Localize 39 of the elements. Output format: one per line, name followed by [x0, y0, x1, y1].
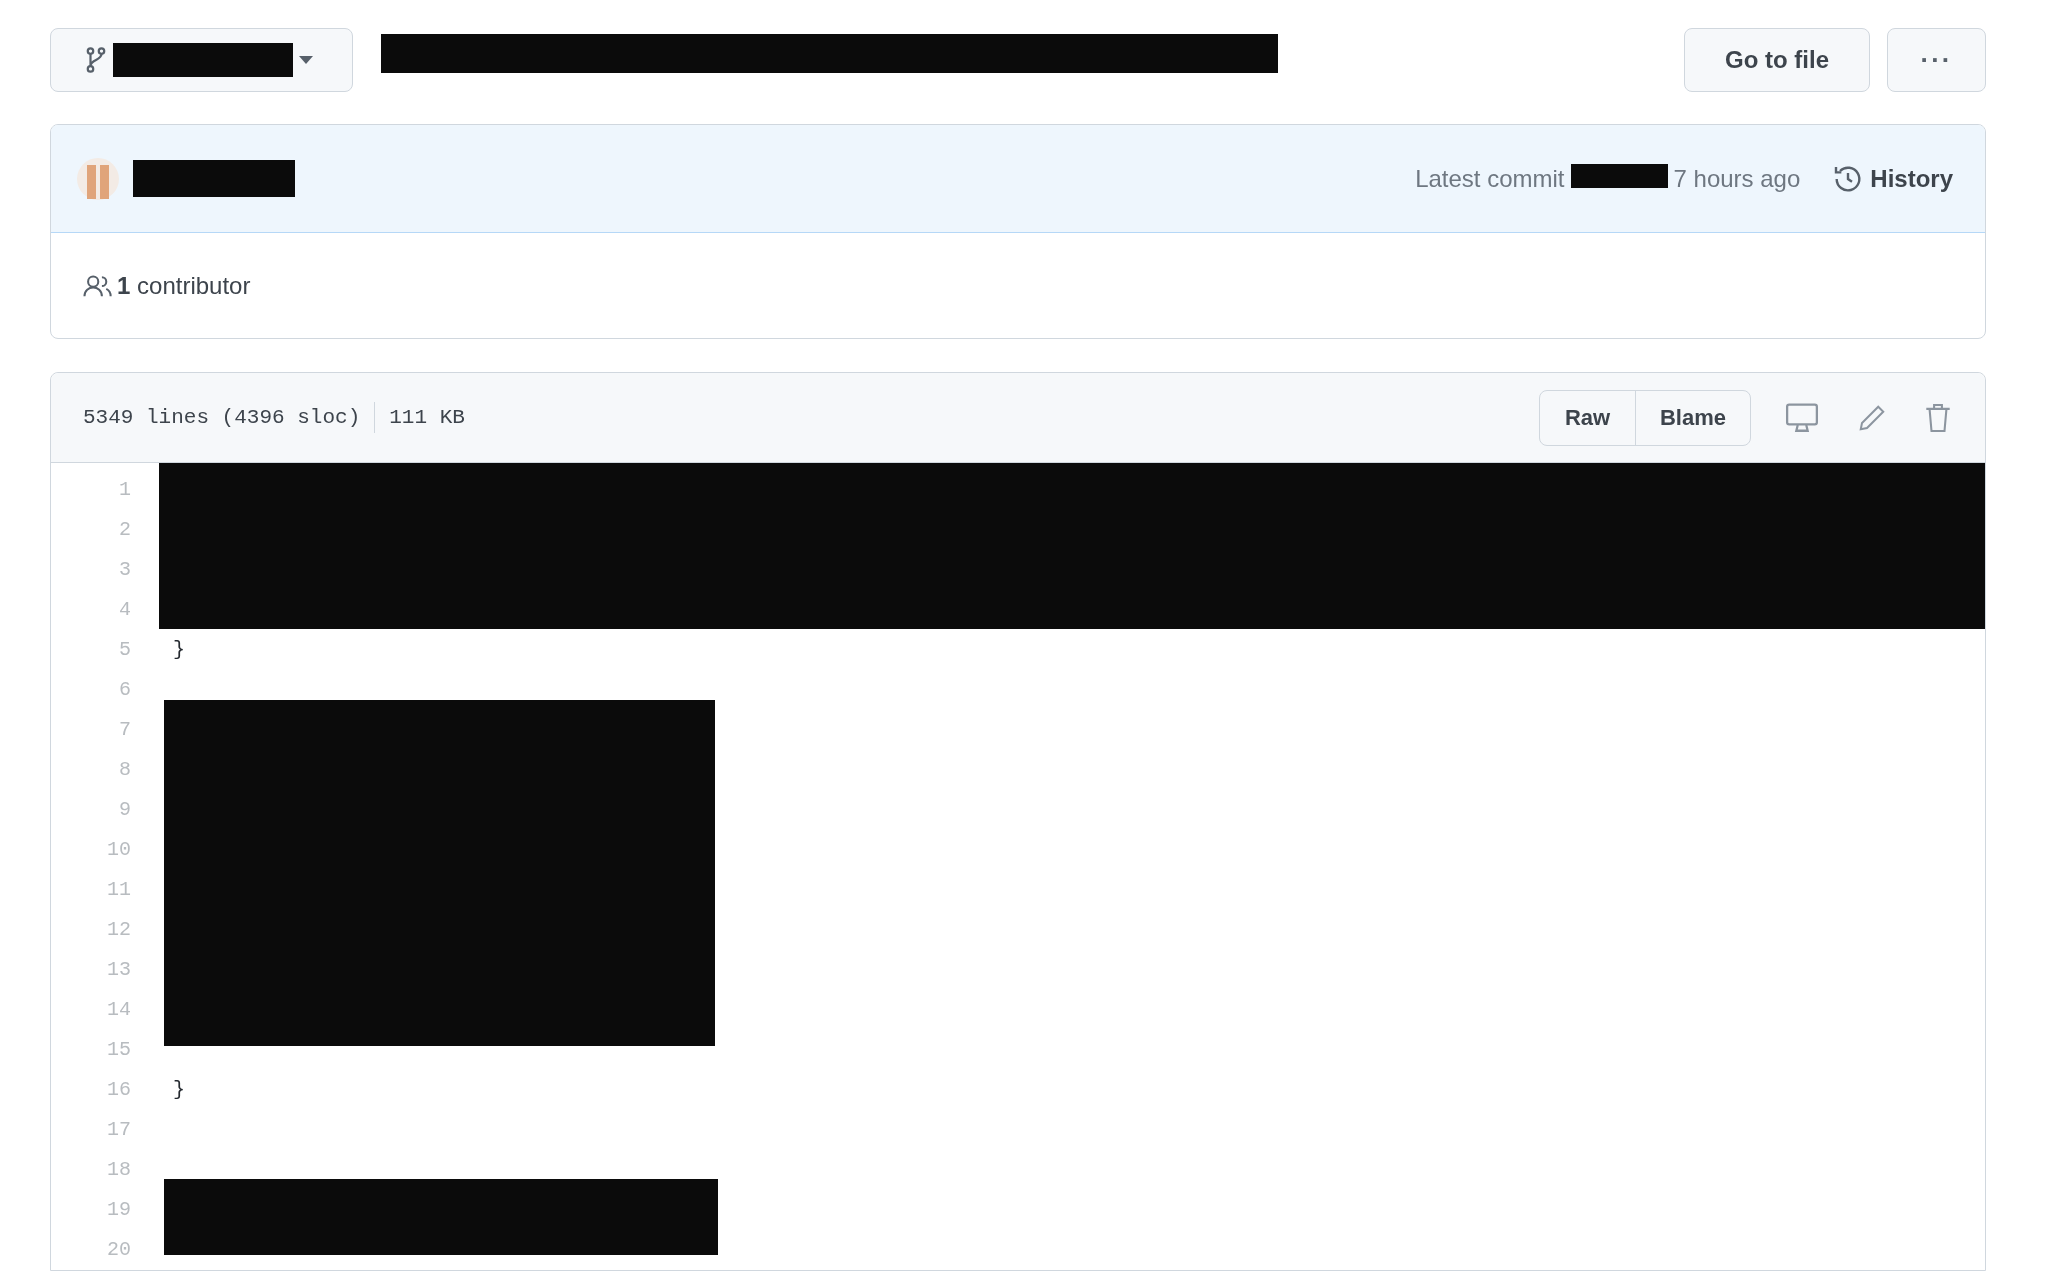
caret-icon — [299, 56, 313, 64]
line-number: 13 — [106, 957, 131, 983]
blame-button[interactable]: Blame — [1636, 390, 1750, 445]
line-number: 5 — [118, 637, 131, 663]
line-number: 15 — [106, 1037, 131, 1063]
line-number: 9 — [118, 797, 131, 823]
line-number: 4 — [118, 597, 131, 623]
monitor-icon — [1785, 401, 1819, 434]
line-number: 10 — [106, 837, 131, 863]
line-number: 18 — [106, 1157, 131, 1183]
line-number: 20 — [106, 1237, 131, 1263]
line-number: 2 — [118, 517, 131, 543]
line-number: 11 — [106, 877, 131, 903]
line-number: 19 — [106, 1197, 131, 1223]
line-number: 7 — [118, 717, 131, 743]
contributors-count: 1 contributor — [117, 270, 251, 301]
line-number: 17 — [106, 1117, 131, 1143]
go-to-file-button[interactable]: Go to file — [1684, 28, 1870, 92]
raw-button[interactable]: Raw — [1540, 390, 1636, 445]
commit-time: 7 hours ago — [1673, 163, 1801, 194]
line-number: 6 — [118, 677, 131, 703]
line-count: 5349 lines (4396 sloc) — [83, 401, 376, 434]
code-line: } — [173, 1077, 185, 1103]
history-link[interactable]: History — [1832, 160, 1953, 197]
latest-commit-label: Latest commit — [1415, 163, 1565, 194]
line-number: 1 — [118, 477, 131, 503]
branch-select[interactable] — [50, 28, 353, 92]
line-number: 16 — [106, 1077, 131, 1103]
line-number: 8 — [118, 757, 131, 783]
trash-icon — [1925, 401, 1951, 434]
file-size: 111 KB — [388, 404, 465, 431]
code-line: } — [173, 637, 185, 663]
people-icon — [83, 273, 115, 298]
branch-icon — [85, 46, 107, 74]
line-number: 12 — [106, 917, 131, 943]
line-number: 3 — [118, 557, 131, 583]
line-number: 14 — [106, 997, 131, 1023]
more-options-button[interactable]: ··· — [1887, 28, 1986, 92]
avatar-icon — [77, 157, 119, 200]
